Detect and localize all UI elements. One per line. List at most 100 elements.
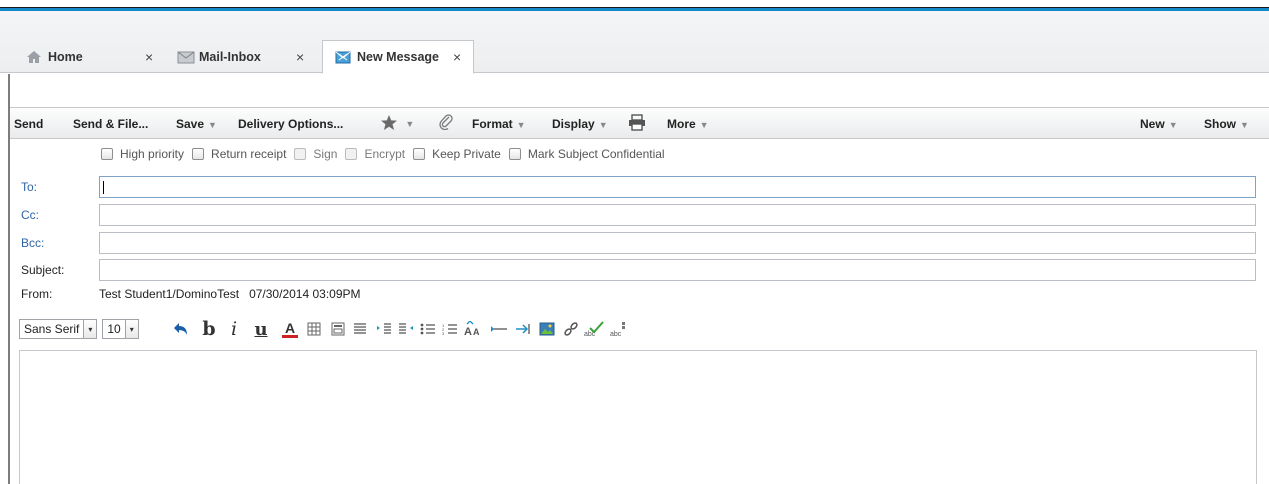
section-icon[interactable]: [330, 318, 346, 340]
outdent-icon[interactable]: [398, 318, 414, 340]
display-menu[interactable]: Display ▼: [552, 117, 608, 131]
font-controls: Sans Serif ▾ 10 ▾: [19, 318, 139, 340]
indent-icon[interactable]: [376, 318, 392, 340]
spell-check-icon[interactable]: abc: [584, 318, 606, 340]
print-button[interactable]: [628, 114, 646, 134]
home-icon: [26, 50, 42, 64]
numbered-list-icon[interactable]: 123: [442, 318, 458, 340]
chevron-down-icon[interactable]: ▾: [83, 320, 97, 338]
return-receipt-option[interactable]: Return receipt: [192, 147, 286, 161]
tab-label: Mail-Inbox: [199, 49, 261, 64]
sign-checkbox[interactable]: [294, 148, 307, 160]
format-menu[interactable]: Format ▼: [472, 117, 526, 131]
format-label: Format: [472, 117, 513, 131]
encrypt-option[interactable]: Encrypt: [345, 147, 405, 161]
svg-text:A: A: [473, 327, 480, 337]
bullet-list-icon[interactable]: [420, 318, 436, 340]
delivery-options-button[interactable]: Delivery Options...: [238, 117, 343, 131]
send-button[interactable]: Send: [14, 117, 43, 131]
chevron-down-icon: ▼: [1240, 120, 1249, 130]
chevron-down-icon: ▼: [699, 120, 709, 130]
show-menu[interactable]: Show ▼: [1204, 117, 1249, 131]
tab-new-message[interactable]: New Message ×: [322, 40, 474, 74]
action-toolbar: Send Send & File... Save ▼ Delivery Optio…: [10, 107, 1269, 139]
return-receipt-checkbox[interactable]: [192, 148, 205, 160]
envelope-icon: [177, 50, 195, 64]
message-body-editor[interactable]: [19, 350, 1257, 484]
chevron-down-icon: ▼: [1168, 120, 1178, 130]
tab-mail-inbox[interactable]: Mail-Inbox ×: [165, 40, 315, 73]
window-top: [0, 0, 1269, 7]
italic-icon[interactable]: i: [226, 318, 242, 340]
mark-confidential-checkbox[interactable]: [508, 148, 521, 160]
from-value: Test Student1/DominoTest 07/30/2014 03:0…: [99, 287, 361, 301]
option-label: Encrypt: [364, 147, 406, 161]
underline-icon[interactable]: u: [252, 318, 270, 340]
subject-label: Subject:: [21, 263, 65, 277]
keep-private-option[interactable]: Keep Private: [413, 147, 501, 161]
mark-confidential-option[interactable]: Mark Subject Confidential: [508, 147, 665, 161]
chevron-down-icon: ▼: [598, 120, 608, 130]
display-label: Display: [552, 117, 595, 131]
font-size-value: 10: [107, 322, 121, 336]
star-icon: [380, 115, 398, 134]
font-family-value: Sans Serif: [24, 322, 80, 336]
cc-input[interactable]: [99, 204, 1256, 226]
printer-icon: [628, 114, 646, 134]
app-window: Home × Mail-Inbox × New Message × Send S…: [0, 0, 1269, 484]
more-menu[interactable]: More ▼: [667, 117, 709, 131]
cc-label[interactable]: Cc:: [21, 208, 39, 222]
align-icon[interactable]: [352, 318, 368, 340]
tab-label: Home: [48, 49, 83, 64]
chevron-down-icon: ▼: [208, 120, 217, 130]
save-label: Save: [176, 117, 205, 131]
chevron-down-icon: ▼: [405, 119, 415, 129]
tab-home[interactable]: Home ×: [14, 40, 164, 73]
option-label: High priority: [120, 147, 185, 161]
text-color-icon[interactable]: A: [282, 320, 298, 338]
spell-check-options-icon[interactable]: abc: [610, 318, 632, 340]
message-options: High priority Return receipt Sign Encryp…: [101, 147, 673, 161]
table-icon[interactable]: [306, 318, 322, 340]
show-label: Show: [1204, 117, 1236, 131]
bold-icon[interactable]: b: [200, 318, 218, 340]
tab-label: New Message: [357, 50, 439, 64]
high-priority-option[interactable]: High priority: [101, 147, 184, 161]
to-label[interactable]: To:: [21, 180, 37, 194]
new-menu[interactable]: New ▼: [1140, 117, 1178, 131]
bcc-label[interactable]: Bcc:: [21, 236, 44, 250]
close-icon[interactable]: ×: [296, 49, 304, 65]
link-insert-icon[interactable]: [514, 318, 532, 340]
follow-up-button[interactable]: ▼: [380, 114, 414, 134]
close-icon[interactable]: ×: [453, 49, 461, 65]
chevron-down-icon[interactable]: ▾: [124, 320, 138, 338]
option-label: Mark Subject Confidential: [527, 147, 665, 161]
hyperlink-icon[interactable]: [562, 318, 580, 340]
attach-button[interactable]: [438, 114, 454, 133]
text-cursor: [103, 181, 104, 194]
chevron-down-icon: ▼: [516, 120, 526, 130]
send-file-button[interactable]: Send & File...: [73, 117, 148, 131]
more-label: More: [667, 117, 696, 131]
message-header-gap: [8, 74, 1269, 107]
sign-option[interactable]: Sign: [294, 147, 337, 161]
to-input[interactable]: [99, 176, 1256, 198]
font-size-select[interactable]: 10 ▾: [102, 319, 139, 339]
undo-icon[interactable]: [172, 318, 190, 340]
horizontal-rule-icon[interactable]: [490, 318, 508, 340]
option-label: Return receipt: [211, 147, 287, 161]
tab-strip: Home × Mail-Inbox × New Message ×: [0, 11, 1269, 74]
high-priority-checkbox[interactable]: [101, 148, 113, 160]
image-icon[interactable]: [538, 318, 556, 340]
encrypt-checkbox[interactable]: [345, 148, 358, 160]
subject-input[interactable]: [99, 259, 1256, 281]
new-mail-icon: [335, 50, 351, 64]
paperclip-icon: [438, 114, 454, 133]
font-size-change-icon[interactable]: AA: [464, 318, 486, 340]
new-label: New: [1140, 117, 1165, 131]
close-icon[interactable]: ×: [145, 49, 153, 65]
keep-private-checkbox[interactable]: [413, 148, 426, 160]
bcc-input[interactable]: [99, 232, 1256, 254]
save-button[interactable]: Save ▼: [176, 117, 217, 131]
font-family-select[interactable]: Sans Serif ▾: [19, 319, 98, 339]
